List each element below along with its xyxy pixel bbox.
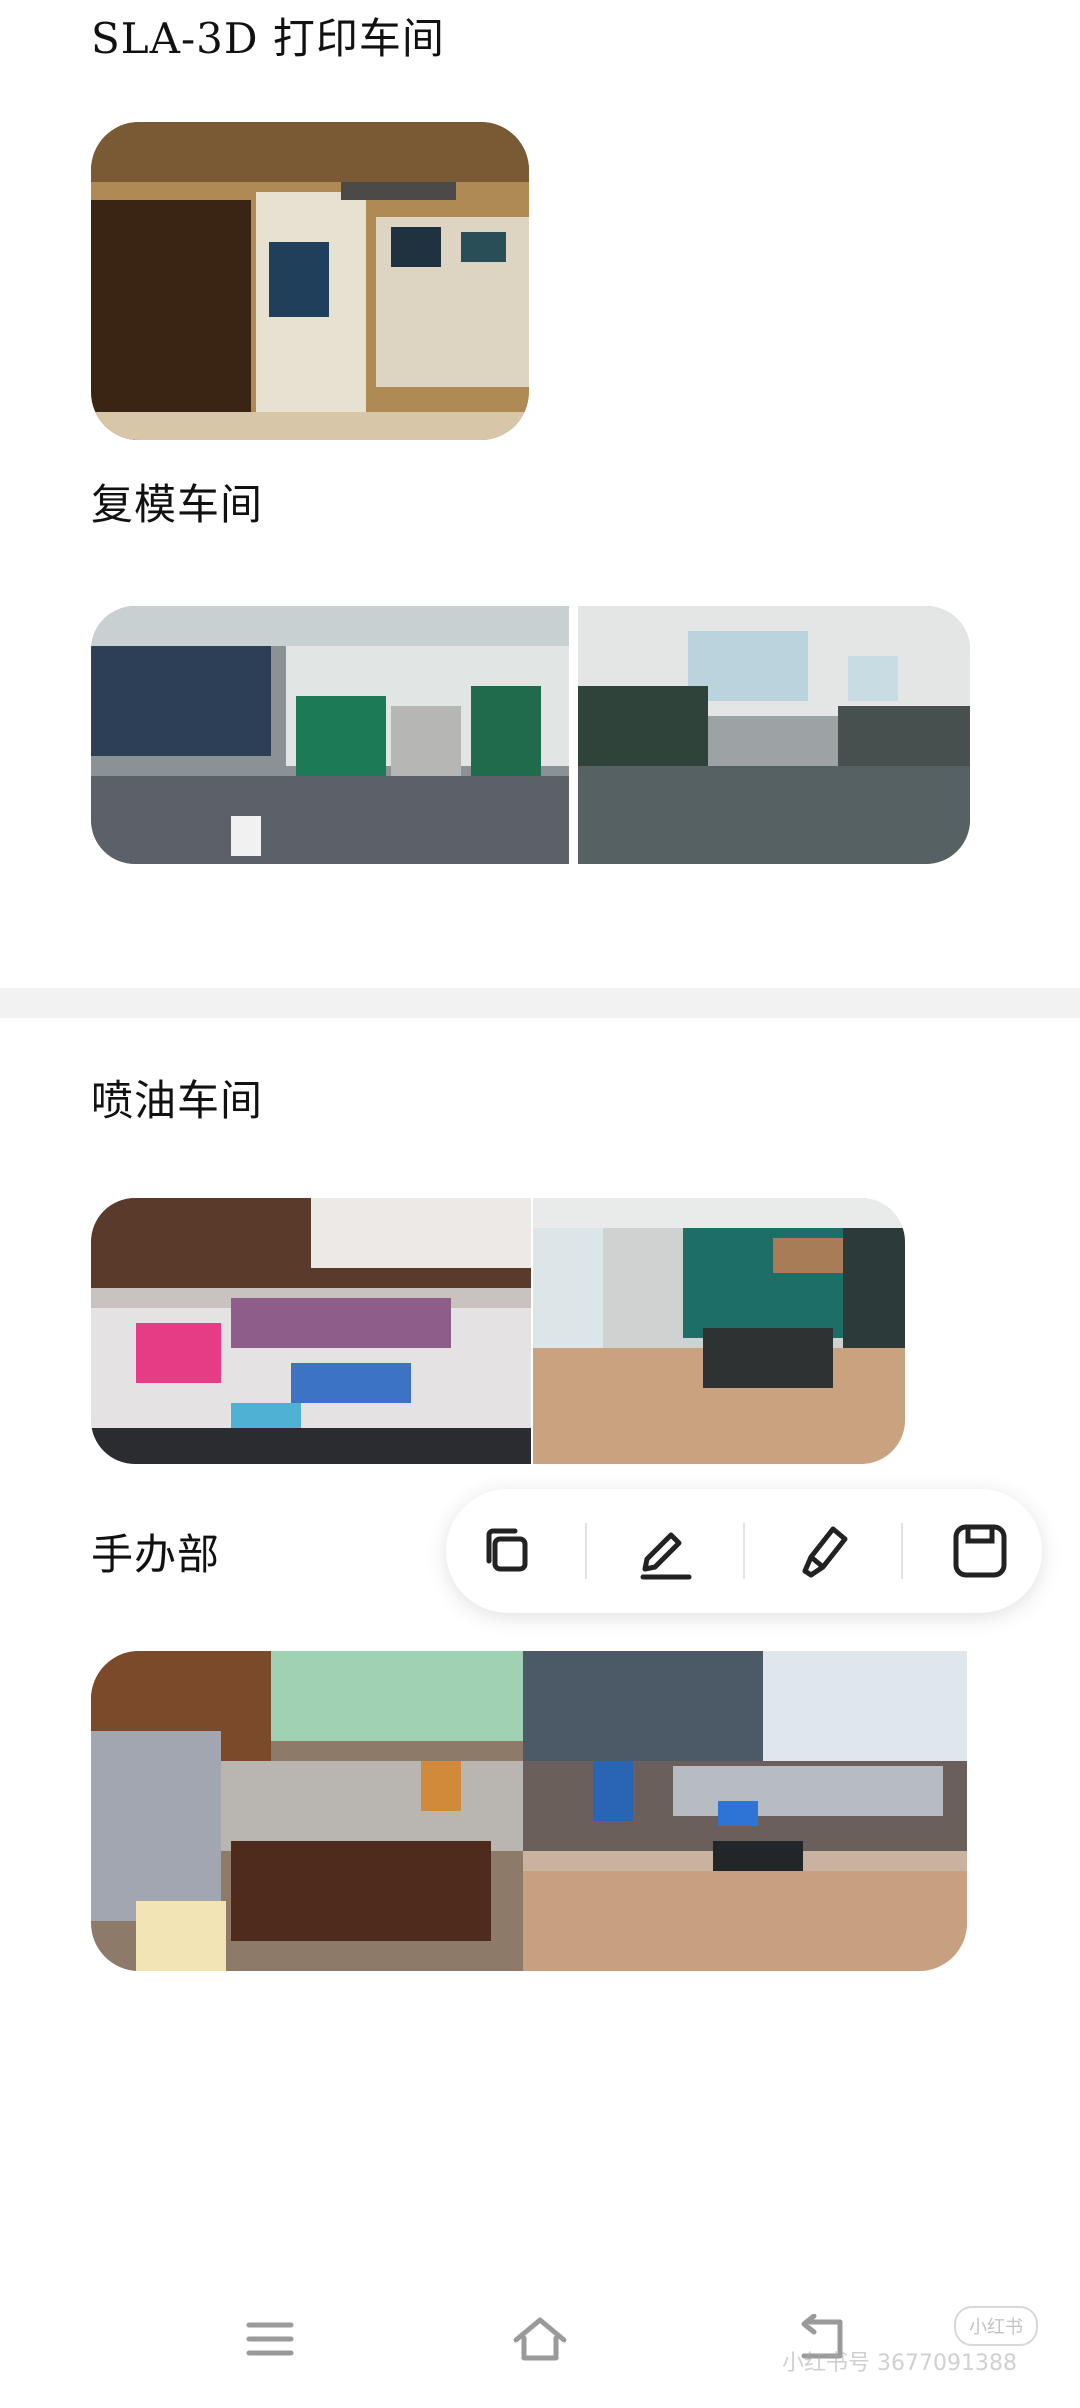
figure-department-photo-2[interactable] — [523, 1651, 967, 1971]
menu-icon[interactable] — [230, 2304, 310, 2374]
selection-toolbar — [446, 1489, 1042, 1613]
section-title-sla: SLA-3D 打印车间 — [91, 14, 445, 63]
toolbar-separator — [585, 1523, 588, 1579]
figure-department-photo-1[interactable] — [91, 1651, 523, 1971]
copy-icon[interactable] — [462, 1506, 552, 1596]
section-title-mold: 复模车间 — [91, 480, 264, 529]
system-navigation-bar — [0, 2280, 1080, 2408]
mold-workshop-photo-2[interactable] — [578, 606, 970, 864]
paint-workshop-photo-1[interactable] — [91, 1198, 531, 1464]
home-icon[interactable] — [500, 2304, 580, 2374]
save-icon[interactable] — [935, 1506, 1025, 1596]
section-title-paint: 喷油车间 — [91, 1076, 264, 1125]
highlight-icon[interactable] — [778, 1506, 868, 1596]
watermark-badge: 小红书 — [954, 2306, 1038, 2346]
mold-workshop-photo-1[interactable] — [91, 606, 569, 864]
section-title-figure: 手办部 — [91, 1530, 221, 1579]
toolbar-separator — [742, 1523, 745, 1579]
sla-printer-photo[interactable] — [91, 122, 529, 440]
watermark-text: 小红书号 3677091388 — [782, 2351, 1017, 2376]
section-divider — [0, 988, 1080, 1018]
paint-workshop-photo-2[interactable] — [533, 1198, 905, 1464]
edit-icon[interactable] — [620, 1506, 710, 1596]
toolbar-separator — [900, 1523, 903, 1579]
